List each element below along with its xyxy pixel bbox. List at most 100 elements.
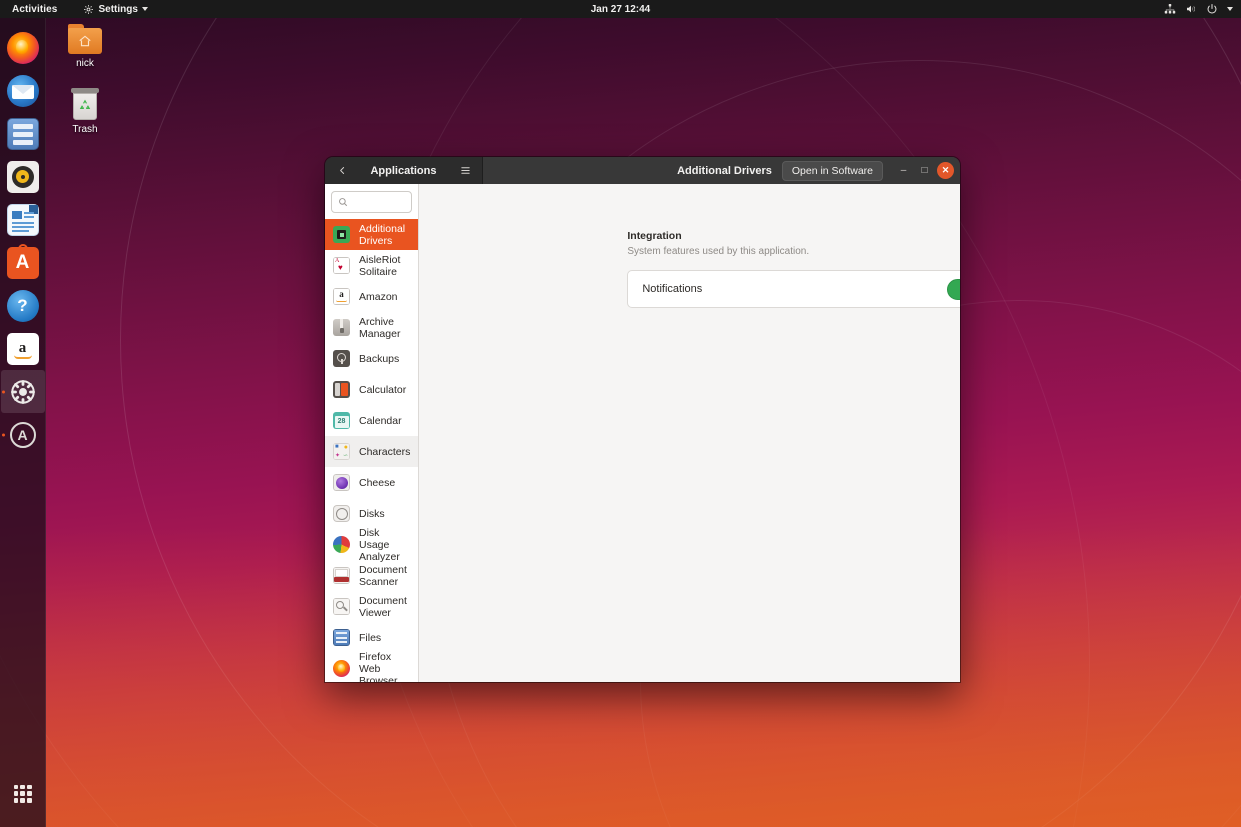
app-list-item[interactable]: Archive Manager [325, 312, 418, 343]
dock-item-firefox[interactable] [1, 26, 45, 69]
software-updater-icon: A [7, 419, 39, 451]
app-list-item[interactable]: Document Scanner [325, 560, 418, 591]
dock-item-help[interactable]: ? [1, 284, 45, 327]
clock[interactable]: Jan 27 12:44 [591, 4, 651, 15]
firefox-icon [333, 660, 350, 677]
thunderbird-icon [7, 75, 39, 107]
desktop-icon-label: nick [76, 58, 94, 69]
app-list-item-label: AisleRiot Solitaire [359, 254, 410, 278]
app-list-item-label: Additional Drivers [359, 223, 410, 247]
calendar-icon: 28 [333, 412, 350, 429]
caret-down-icon[interactable] [1227, 7, 1233, 11]
file-manager-icon [333, 629, 350, 646]
application-list[interactable]: Additional Drivers A♥ AisleRiot Solitaire a… [325, 219, 418, 682]
scanner-icon [333, 567, 350, 584]
gear-icon [7, 376, 39, 408]
open-in-software-button[interactable]: Open in Software [782, 161, 883, 181]
desktop-icon-label: Trash [72, 124, 97, 135]
app-list-item[interactable]: A♥ AisleRiot Solitaire [325, 250, 418, 281]
app-list-item[interactable]: Files [325, 622, 418, 653]
trash-icon [71, 88, 99, 120]
window-body: Additional Drivers A♥ AisleRiot Solitaire a… [325, 184, 960, 682]
dock-item-libreoffice-writer[interactable] [1, 198, 45, 241]
pie-chart-icon [333, 536, 350, 553]
calculator-icon [333, 381, 350, 398]
app-list-item[interactable]: Calculator [325, 374, 418, 405]
app-list-item[interactable]: 28 Calendar [325, 405, 418, 436]
dock-item-thunderbird[interactable] [1, 69, 45, 112]
app-list-item-label: Disk Usage Analyzer [359, 527, 410, 563]
playing-card-icon: A♥ [333, 257, 350, 274]
file-manager-icon [7, 118, 39, 150]
search-container [325, 184, 418, 219]
section-subtitle: System features used by this application… [627, 246, 960, 257]
power-icon[interactable] [1206, 3, 1218, 15]
desktop-icon-trash[interactable]: Trash [48, 88, 122, 135]
app-list-item[interactable]: Document Viewer [325, 591, 418, 622]
ubuntu-software-icon: A [7, 247, 39, 279]
dock-item-files[interactable] [1, 112, 45, 155]
dock-item-rhythmbox[interactable] [1, 155, 45, 198]
menu-button[interactable] [454, 161, 476, 181]
titlebar-right: Additional Drivers Open in Software – □ … [483, 157, 960, 184]
dock-item-amazon[interactable]: a [1, 327, 45, 370]
home-folder-icon [68, 24, 102, 54]
app-list-item[interactable]: Backups [325, 343, 418, 374]
dock-item-settings[interactable] [1, 370, 45, 413]
window-titlebar: Applications Additional Drivers Open in … [325, 157, 960, 184]
search-icon [338, 197, 348, 207]
app-list-item[interactable]: Additional Drivers [325, 219, 418, 250]
help-icon: ? [7, 290, 39, 322]
gnome-settings-window: Applications Additional Drivers Open in … [325, 157, 960, 682]
cheese-camera-icon [333, 474, 350, 491]
amazon-icon: a [333, 288, 350, 305]
notifications-toggle[interactable] [947, 279, 960, 300]
magnifier-doc-icon [333, 598, 350, 615]
app-list-item[interactable]: Cheese [325, 467, 418, 498]
app-list-item-label: Calendar [359, 415, 402, 427]
system-tray[interactable] [1164, 3, 1233, 15]
app-list-item[interactable]: Firefox Web Browser [325, 653, 418, 682]
running-indicator [2, 390, 5, 393]
search-input[interactable] [353, 197, 405, 208]
search-box[interactable] [331, 191, 412, 213]
maximize-button[interactable]: □ [916, 162, 933, 179]
back-button[interactable] [331, 161, 353, 181]
minimize-button[interactable]: – [895, 162, 912, 179]
app-list-item[interactable]: a Amazon [325, 281, 418, 312]
settings-main-panel: Integration System features used by this… [419, 184, 960, 682]
notifications-row[interactable]: Notifications [627, 270, 960, 308]
app-list-item[interactable]: Disks [325, 498, 418, 529]
app-list-item[interactable]: ■●✦∽Characters [325, 436, 418, 467]
characters-icon: ■●✦∽ [333, 443, 350, 460]
app-list-item-label: Disks [359, 508, 385, 520]
app-list-item-label: Archive Manager [359, 316, 410, 340]
app-list-item-label: Document Viewer [359, 595, 410, 619]
app-list-item-label: Cheese [359, 477, 395, 489]
show-applications-button[interactable] [1, 772, 45, 815]
app-list-item[interactable]: Disk Usage Analyzer [325, 529, 418, 560]
dock: A ? a A [0, 18, 46, 827]
activities-button[interactable]: Activities [12, 4, 57, 15]
window-title: Additional Drivers [493, 165, 776, 177]
window-controls: – □ ✕ [895, 162, 954, 179]
dock-item-ubuntu-software[interactable]: A [1, 241, 45, 284]
app-list-item-label: Amazon [359, 291, 398, 303]
desktop-icon-home[interactable]: nick [48, 24, 122, 69]
gear-icon [83, 4, 94, 15]
titlebar-left: Applications [325, 157, 483, 184]
libreoffice-writer-icon [7, 204, 39, 236]
caret-down-icon [142, 7, 148, 11]
sidebar-title: Applications [357, 165, 450, 177]
app-list-item-label: Firefox Web Browser [359, 651, 410, 683]
chip-icon [333, 226, 350, 243]
app-list-item-label: Files [359, 632, 381, 644]
network-icon[interactable] [1164, 3, 1176, 15]
volume-icon[interactable] [1185, 3, 1197, 15]
applications-sidebar: Additional Drivers A♥ AisleRiot Solitaire a… [325, 184, 419, 682]
app-grid-icon [14, 785, 32, 803]
dock-item-software-updater[interactable]: A [1, 413, 45, 456]
close-button[interactable]: ✕ [937, 162, 954, 179]
section-title: Integration [627, 230, 960, 242]
app-menu-button[interactable]: Settings [83, 4, 147, 15]
